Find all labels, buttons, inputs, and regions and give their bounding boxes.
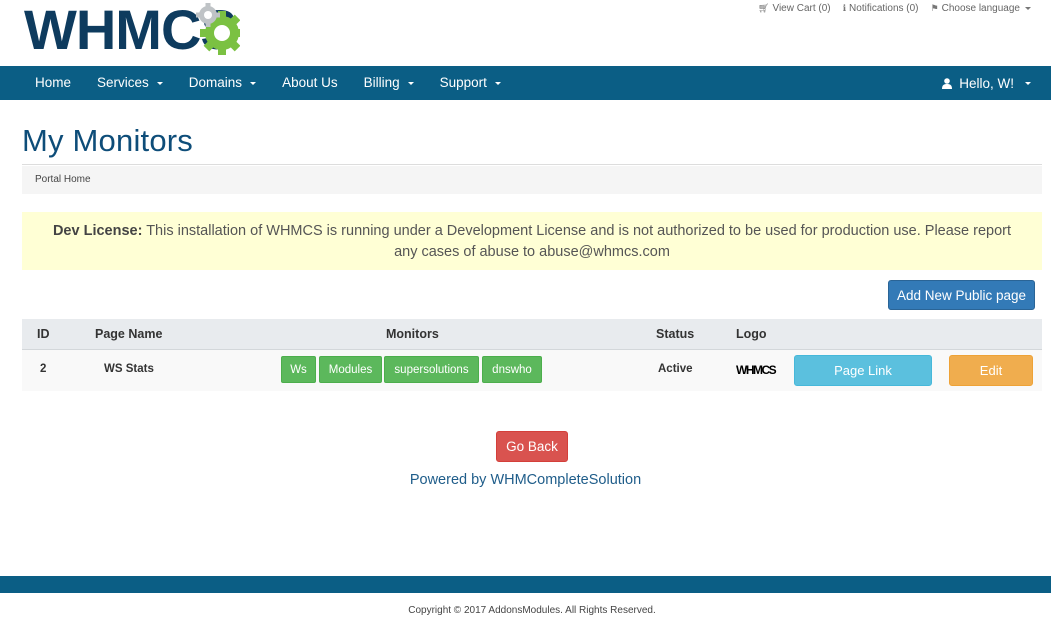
chevron-down-icon xyxy=(156,81,163,85)
breadcrumb: Portal Home xyxy=(22,166,1042,194)
site-header: WHMCS 🛒︎ View Cart (0) ℹ Notifications (… xyxy=(0,0,1051,66)
header-monitors: Monitors xyxy=(386,327,439,341)
nav-item-home[interactable]: Home xyxy=(22,66,84,100)
language-icon: ⚑ xyxy=(930,3,939,13)
nav-item-about-us[interactable]: About Us xyxy=(269,66,351,100)
page-link-button[interactable]: Page Link xyxy=(794,355,932,386)
monitors-table: ID Page Name Monitors Status Logo 2 WS S… xyxy=(22,319,1042,391)
view-cart-link[interactable]: 🛒︎ View Cart (0) xyxy=(758,3,831,14)
go-back-button[interactable]: Go Back xyxy=(496,431,568,462)
nav-label: Support xyxy=(439,75,487,90)
chevron-down-icon xyxy=(494,81,501,85)
monitor-tag[interactable]: dnswho xyxy=(482,356,542,383)
header-logo: Logo xyxy=(736,327,767,341)
chevron-down-icon xyxy=(1025,7,1031,10)
row-id: 2 xyxy=(40,363,47,375)
dev-license-alert: Dev License: This installation of WHMCS … xyxy=(22,212,1042,270)
row-status: Active xyxy=(658,363,693,375)
choose-language-link[interactable]: ⚑ Choose language xyxy=(931,3,1031,14)
breadcrumb-portal-home[interactable]: Portal Home xyxy=(35,174,91,185)
row-logo-image: WHMCS xyxy=(736,363,777,377)
cart-icon: 🛒︎ xyxy=(758,3,770,13)
nav-label: About Us xyxy=(282,75,338,90)
chevron-down-icon xyxy=(1025,81,1031,85)
choose-language-label: Choose language xyxy=(941,3,1020,14)
nav-menu: Home Services Domains About Us Billing S… xyxy=(22,66,514,100)
nav-item-domains[interactable]: Domains xyxy=(176,66,269,100)
chevron-down-icon xyxy=(407,81,414,85)
user-menu[interactable]: Hello, W! xyxy=(942,66,1031,100)
nav-label: Billing xyxy=(363,75,400,90)
row-page-name: WS Stats xyxy=(104,363,154,375)
user-icon xyxy=(942,77,953,89)
divider xyxy=(22,164,1042,165)
monitor-tag[interactable]: Ws xyxy=(281,356,316,383)
edit-button[interactable]: Edit xyxy=(949,355,1033,386)
chevron-down-icon xyxy=(250,81,257,85)
monitor-tag[interactable]: supersolutions xyxy=(384,356,479,383)
gear-icon xyxy=(196,3,240,55)
main-navbar: Home Services Domains About Us Billing S… xyxy=(0,66,1051,100)
nav-label: Services xyxy=(97,75,149,90)
header-status: Status xyxy=(656,327,695,341)
header-id: ID xyxy=(37,327,50,341)
nav-label: Domains xyxy=(188,75,243,90)
nav-item-support[interactable]: Support xyxy=(427,66,514,100)
alert-text: This installation of WHMCS is running un… xyxy=(142,223,1012,260)
top-links: 🛒︎ View Cart (0) ℹ Notifications (0) ⚑ C… xyxy=(758,3,1031,14)
info-icon: ℹ xyxy=(842,3,847,13)
monitor-tag[interactable]: Modules xyxy=(319,356,382,383)
nav-item-services[interactable]: Services xyxy=(84,66,176,100)
notifications-label: Notifications (0) xyxy=(849,3,919,14)
view-cart-label: View Cart (0) xyxy=(772,3,831,14)
add-new-public-page-button[interactable]: Add New Public page xyxy=(888,280,1035,310)
nav-label: Home xyxy=(35,75,72,90)
footer-bar xyxy=(0,576,1051,593)
whmcs-logo[interactable]: WHMCS xyxy=(24,2,274,58)
table-header: ID Page Name Monitors Status Logo xyxy=(22,319,1042,350)
table-row: 2 WS Stats Ws Modules supersolutions dns… xyxy=(22,350,1042,391)
copyright-text: Copyright © 2017 AddonsModules. All Righ… xyxy=(408,605,656,616)
user-greeting: Hello, W! xyxy=(959,75,1014,91)
page-title: My Monitors xyxy=(22,123,194,158)
alert-strong: Dev License: xyxy=(52,223,143,239)
notifications-link[interactable]: ℹ Notifications (0) xyxy=(843,3,919,14)
powered-by-link[interactable]: Powered by WHMCompleteSolution xyxy=(0,472,1051,488)
nav-item-billing[interactable]: Billing xyxy=(351,66,427,100)
header-page-name: Page Name xyxy=(95,327,163,341)
